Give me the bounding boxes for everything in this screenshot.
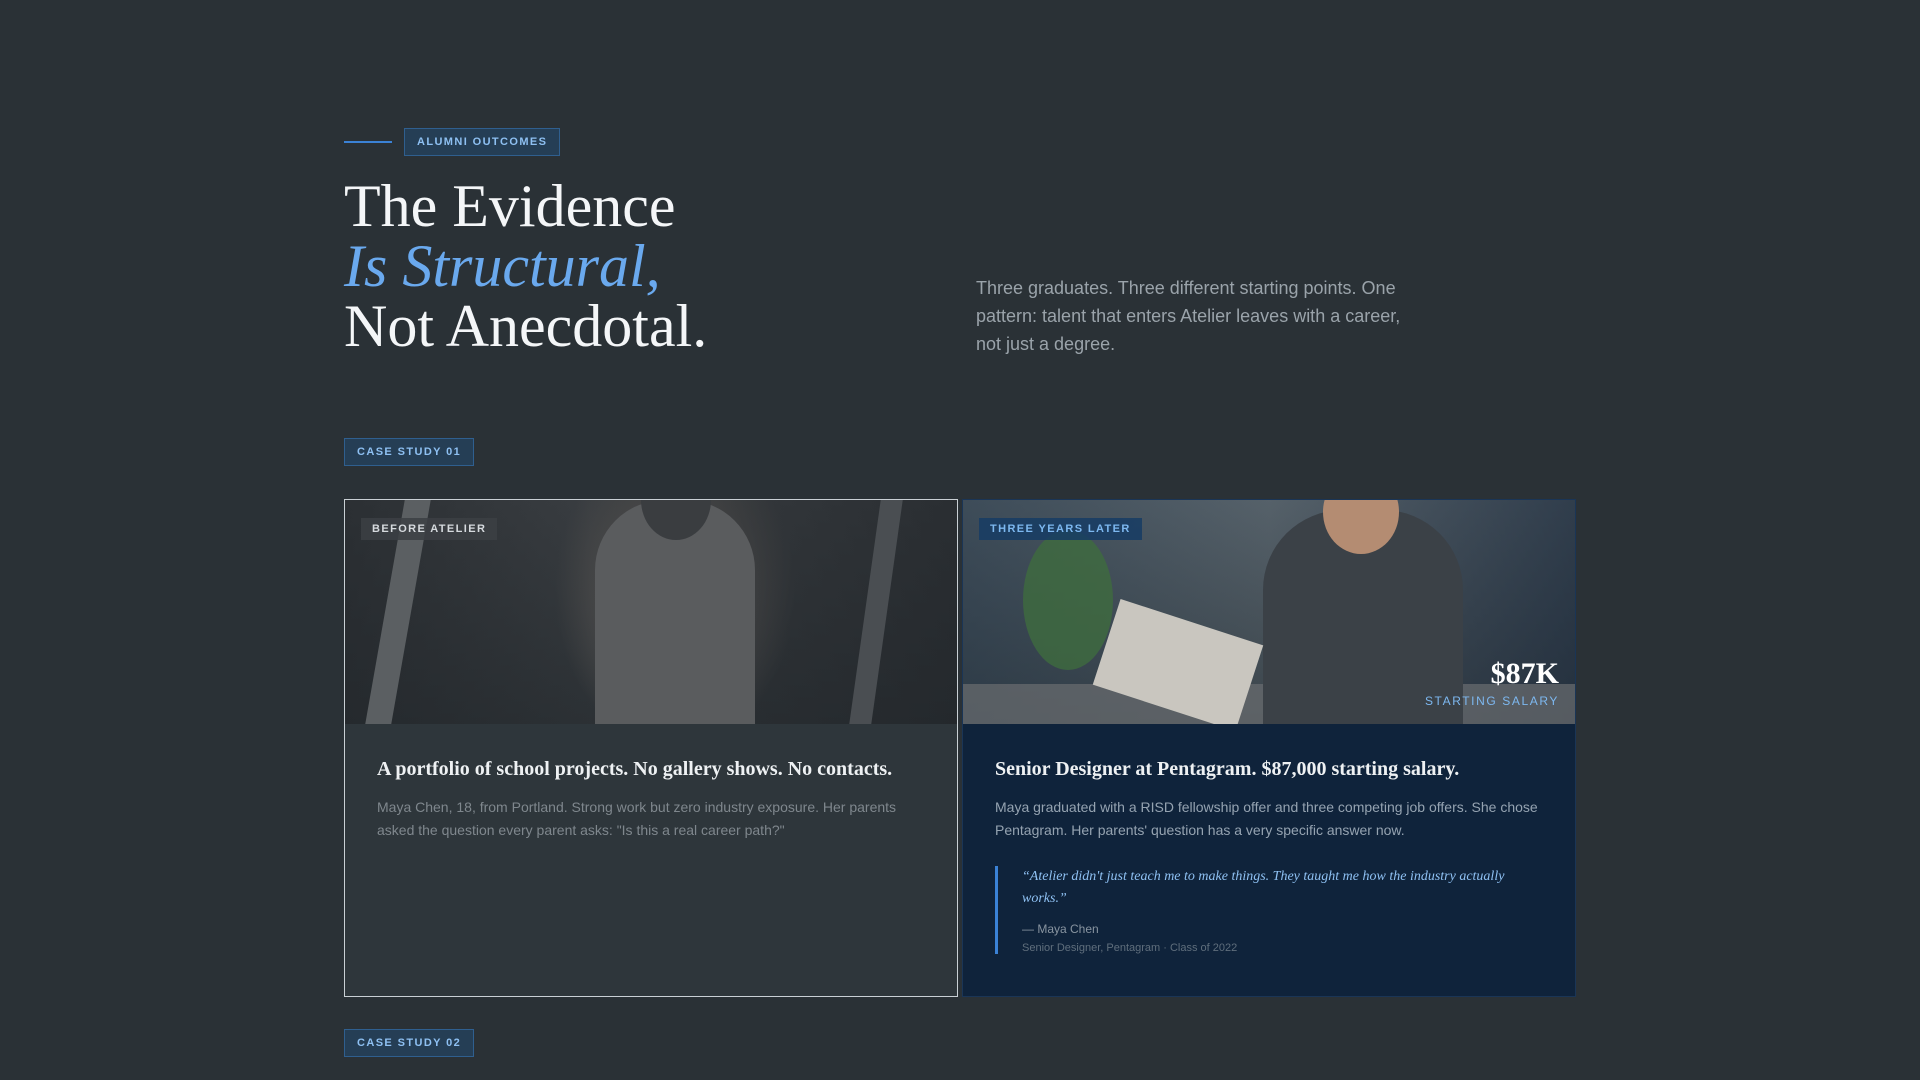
case-study-1-tag-wrap: CASE STUDY 01 (344, 438, 475, 466)
before-card: BEFORE ATELIER A portfolio of school pro… (344, 499, 958, 997)
case-study-2-tag-wrap: CASE STUDY 02 (344, 1029, 475, 1057)
salary-block: $87K STARTING SALARY (1424, 657, 1559, 709)
after-photo: THREE YEARS LATER $87K STARTING SALARY (963, 500, 1575, 724)
after-card-body: Senior Designer at Pentagram. $87,000 st… (963, 724, 1575, 954)
after-title: Senior Designer at Pentagram. $87,000 st… (995, 758, 1460, 780)
after-description: Maya graduated with a RISD fellowship of… (995, 799, 1538, 838)
before-card-body: A portfolio of school projects. No galle… (345, 724, 957, 842)
salary-value: $87K (1490, 657, 1559, 690)
quote-role: Senior Designer, Pentagram · Class of 20… (1022, 942, 1238, 954)
headline-line-2: Is Structural, (344, 233, 661, 299)
before-description: Maya Chen, 18, from Portland. Strong wor… (377, 799, 897, 838)
section-eyebrow-badge: ALUMNI OUTCOMES (404, 128, 561, 156)
quote-text: “Atelier didn't just teach me to make th… (1022, 869, 1505, 906)
before-photo: BEFORE ATELIER (345, 500, 957, 724)
salary-label: STARTING SALARY (1424, 694, 1559, 708)
after-card: THREE YEARS LATER $87K STARTING SALARY S… (962, 499, 1576, 997)
section-intro: Three graduates. Three different startin… (976, 278, 1401, 354)
headline-line-1: The Evidence (344, 173, 676, 239)
after-label: THREE YEARS LATER (979, 518, 1142, 540)
eyebrow-row: ALUMNI OUTCOMES (344, 128, 561, 156)
testimonial-quote: “Atelier didn't just teach me to make th… (995, 866, 1543, 954)
section-headline: The Evidence Is Structural, Not Anecdota… (344, 176, 707, 356)
eyebrow-divider (344, 141, 392, 143)
headline-line-3: Not Anecdotal. (344, 293, 708, 359)
before-title: A portfolio of school projects. No galle… (377, 758, 893, 780)
before-label: BEFORE ATELIER (361, 518, 498, 540)
quote-author: — Maya Chen (1022, 922, 1099, 936)
case-study-1-tag: CASE STUDY 01 (344, 438, 475, 466)
case-study-2-tag: CASE STUDY 02 (344, 1029, 475, 1057)
